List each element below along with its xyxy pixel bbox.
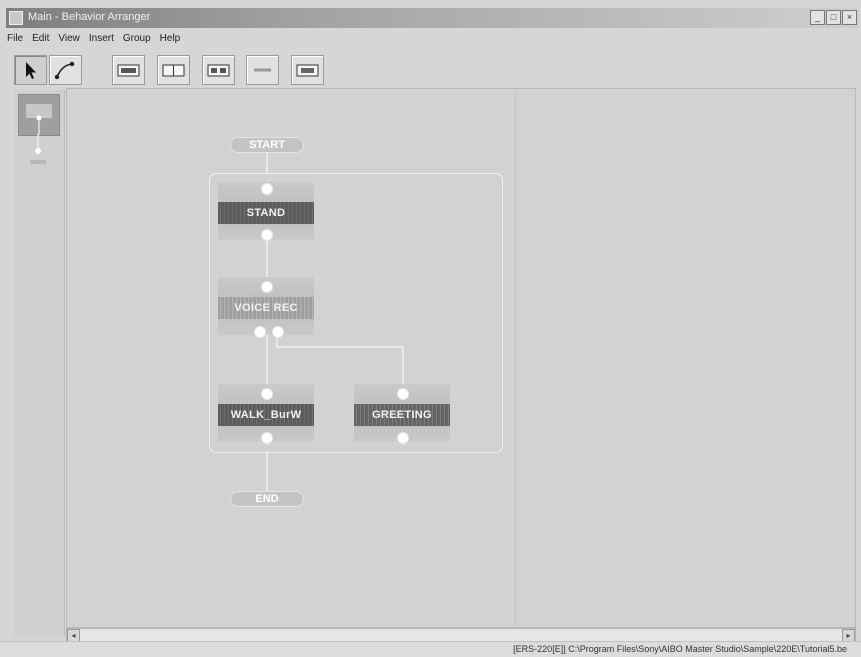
minimize-button[interactable]: _ (810, 10, 825, 25)
state-node-walk[interactable]: WALK_BurW (218, 384, 314, 444)
start-node[interactable]: START (230, 137, 304, 153)
menu-bar: File Edit View Insert Group Help (6, 33, 181, 49)
connect-tool-button[interactable] (49, 55, 82, 85)
output-port-2[interactable] (272, 326, 284, 338)
output-port[interactable] (397, 432, 409, 444)
join-tool-button[interactable] (202, 55, 235, 85)
group-tool-button[interactable] (291, 55, 324, 85)
state-node-stand[interactable]: STAND (218, 182, 314, 241)
title-bar[interactable]: Main - Behavior Arranger _ □ × (6, 8, 859, 28)
navigator-tree (30, 134, 46, 164)
menu-help[interactable]: Help (159, 33, 182, 49)
navigator-thumbnail[interactable] (18, 94, 60, 136)
menu-view[interactable]: View (57, 33, 81, 49)
horizontal-scrollbar[interactable]: ◂ ▸ (66, 628, 856, 642)
behavior-canvas[interactable]: START END STAND VOICE REC WALK_BurW GREE… (66, 88, 856, 628)
link-icon (254, 68, 271, 72)
menu-edit[interactable]: Edit (31, 33, 50, 49)
menu-insert[interactable]: Insert (88, 33, 115, 49)
restore-button[interactable]: □ (826, 10, 841, 25)
app-window: Main - Behavior Arranger _ □ × File Edit… (0, 0, 861, 657)
output-port-1[interactable] (254, 326, 266, 338)
split-tool-button[interactable] (157, 55, 190, 85)
node-label-walk: WALK_BurW (218, 404, 314, 426)
input-port[interactable] (397, 388, 409, 400)
state-node-voice-rec[interactable]: VOICE REC (218, 277, 314, 338)
window-title: Main - Behavior Arranger (28, 11, 151, 23)
end-node[interactable]: END (230, 491, 304, 507)
thumbnail-preview-icon (26, 104, 52, 135)
state-tool-button[interactable] (112, 55, 145, 85)
connect-tool-icon (54, 61, 75, 80)
state-icon (117, 64, 140, 77)
node-label-stand: STAND (218, 202, 314, 224)
navigator-panel (14, 90, 65, 636)
status-file-path: [ERS-220[E]] C:\Program Files\Sony\AIBO … (513, 644, 847, 654)
group-icon (296, 64, 319, 77)
window-controls: _ □ × (810, 10, 857, 25)
toolbar (14, 55, 854, 85)
node-label-greeting: GREETING (354, 404, 450, 426)
app-icon (9, 11, 23, 25)
node-label-voice-rec: VOICE REC (218, 297, 314, 319)
pointer-icon (26, 62, 36, 79)
menu-file[interactable]: File (6, 33, 24, 49)
split-icon (162, 64, 185, 77)
close-button[interactable]: × (842, 10, 857, 25)
output-port[interactable] (261, 229, 273, 241)
input-port[interactable] (261, 183, 273, 195)
join-icon (207, 64, 230, 77)
status-bar: [ERS-220[E]] C:\Program Files\Sony\AIBO … (0, 641, 861, 657)
menu-group[interactable]: Group (122, 33, 152, 49)
select-tool-button[interactable] (14, 55, 47, 85)
output-port[interactable] (261, 432, 273, 444)
input-port[interactable] (261, 281, 273, 293)
link-tool-button[interactable] (246, 55, 279, 85)
input-port[interactable] (261, 388, 273, 400)
state-node-greeting[interactable]: GREETING (354, 384, 450, 444)
